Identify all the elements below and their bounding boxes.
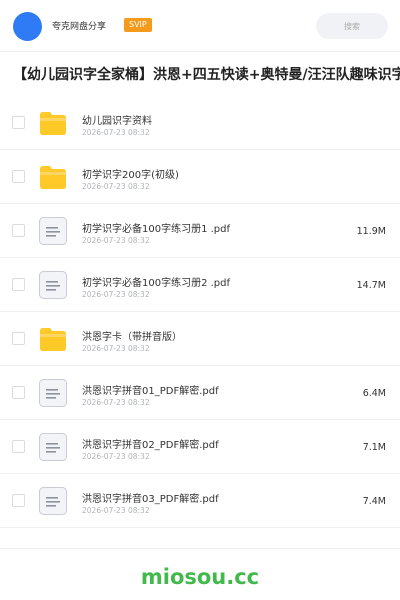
file-name: 初学识字必备100字练习册2 .pdf: [82, 278, 231, 289]
file-list: 幼儿园识字资料 2026-07-23 08:32 初学识字200字(初级) 20…: [0, 96, 400, 528]
file-row[interactable]: 洪恩识字拼音03_PDF解密.pdf 2026-07-23 08:32 7.4M: [0, 474, 400, 528]
document-icon: [38, 216, 68, 246]
svip-badge: SVIP: [124, 18, 152, 32]
row-checkbox[interactable]: [12, 278, 25, 291]
file-date: 2026-07-23 08:32: [82, 344, 150, 353]
file-size: 6.4M: [362, 388, 386, 399]
row-checkbox[interactable]: [12, 224, 25, 237]
row-checkbox[interactable]: [12, 116, 25, 129]
header: 夸克网盘分享 SVIP: [0, 0, 400, 52]
search-input[interactable]: [316, 13, 388, 39]
file-date: 2026-07-23 08:32: [82, 182, 150, 191]
avatar[interactable]: [13, 12, 42, 41]
file-row[interactable]: 初学识字200字(初级) 2026-07-23 08:32: [0, 150, 400, 204]
file-size: 7.1M: [362, 442, 386, 453]
file-name: 洪恩识字拼音02_PDF解密.pdf: [82, 440, 219, 451]
file-date: 2026-07-23 08:32: [82, 398, 150, 407]
file-name: 初学识字必备100字练习册1 .pdf: [82, 224, 231, 235]
file-date: 2026-07-23 08:32: [82, 236, 150, 245]
file-size: 11.9M: [356, 226, 386, 237]
row-checkbox[interactable]: [12, 332, 25, 345]
file-row[interactable]: 幼儿园识字资料 2026-07-23 08:32: [0, 96, 400, 150]
file-name: 幼儿园识字资料: [82, 116, 152, 127]
folder-icon: [38, 162, 68, 192]
file-name: 初学识字200字(初级): [82, 170, 179, 181]
share-title: 【幼儿园识字全家桶】洪恩+四五快读+奥特曼/汪汪队趣味识字: [13, 67, 400, 83]
folder-icon: [38, 108, 68, 138]
file-name: 洪恩识字拼音03_PDF解密.pdf: [82, 494, 219, 505]
file-name: 洪恩字卡（带拼音版）: [82, 332, 182, 343]
row-checkbox[interactable]: [12, 170, 25, 183]
file-row[interactable]: 初学识字必备100字练习册1 .pdf 2026-07-23 08:32 11.…: [0, 204, 400, 258]
document-icon: [38, 432, 68, 462]
file-row[interactable]: 洪恩识字拼音01_PDF解密.pdf 2026-07-23 08:32 6.4M: [0, 366, 400, 420]
file-date: 2026-07-23 08:32: [82, 506, 150, 515]
folder-icon: [38, 324, 68, 354]
file-size: 7.4M: [362, 496, 386, 507]
file-row[interactable]: 初学识字必备100字练习册2 .pdf 2026-07-23 08:32 14.…: [0, 258, 400, 312]
row-checkbox[interactable]: [12, 440, 25, 453]
document-icon: [38, 486, 68, 516]
document-icon: [38, 270, 68, 300]
row-checkbox[interactable]: [12, 494, 25, 507]
file-size: 14.7M: [356, 280, 386, 291]
file-date: 2026-07-23 08:32: [82, 290, 150, 299]
brand-name: 夸克网盘分享: [52, 22, 107, 32]
watermark: miosou.cc: [140, 565, 260, 589]
file-date: 2026-07-23 08:32: [82, 452, 150, 461]
file-date: 2026-07-23 08:32: [82, 128, 150, 137]
row-checkbox[interactable]: [12, 386, 25, 399]
file-row[interactable]: 洪恩识字拼音02_PDF解密.pdf 2026-07-23 08:32 7.1M: [0, 420, 400, 474]
document-icon: [38, 378, 68, 408]
file-row[interactable]: 洪恩字卡（带拼音版） 2026-07-23 08:32: [0, 312, 400, 366]
file-name: 洪恩识字拼音01_PDF解密.pdf: [82, 386, 219, 397]
